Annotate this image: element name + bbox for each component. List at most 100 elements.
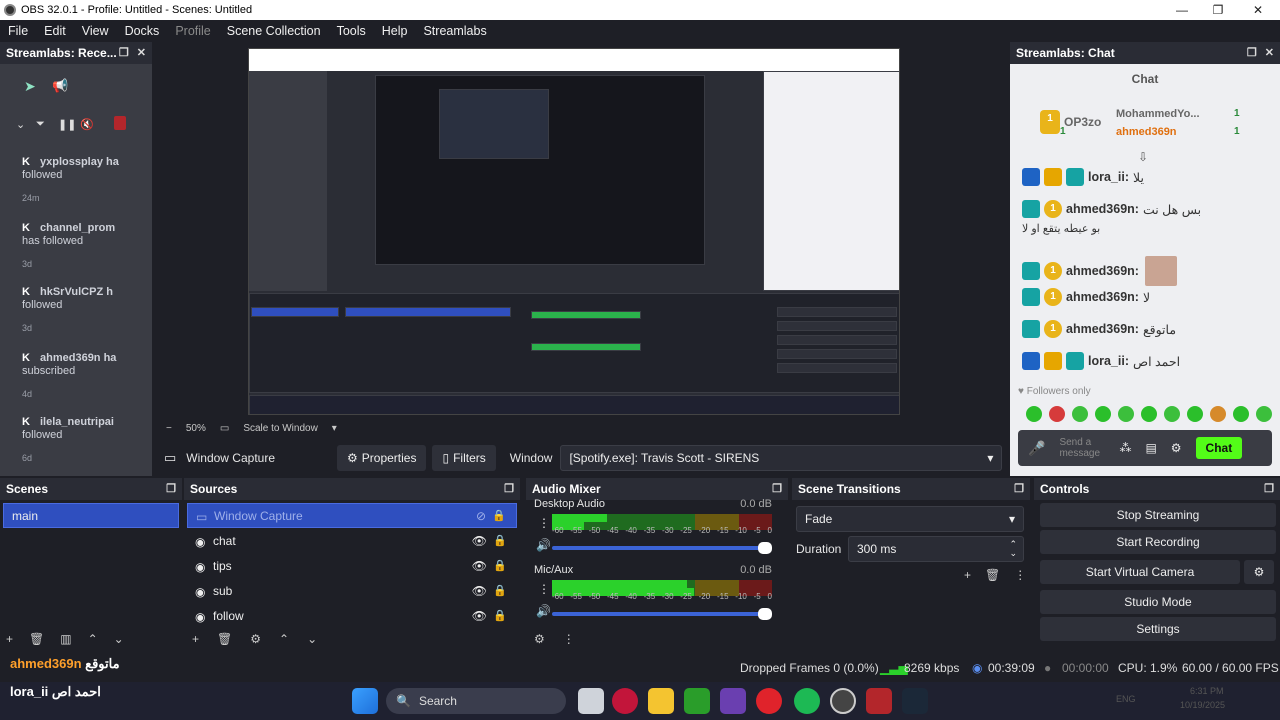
float-icon[interactable]: ❐ [1264, 482, 1274, 495]
start-virtual-camera-button[interactable]: Start Virtual Camera [1040, 560, 1240, 584]
eye-icon[interactable]: 👁 [472, 584, 487, 598]
mic-volume-slider[interactable] [552, 608, 772, 620]
float-icon[interactable]: ❐ [772, 482, 782, 495]
menu-scene-collection[interactable]: Scene Collection [219, 24, 329, 38]
float-icon[interactable]: ❐ [119, 46, 129, 59]
file-icon[interactable] [578, 688, 604, 714]
alert-badge-icon[interactable] [114, 116, 126, 130]
maximize-button[interactable]: ❐ [1200, 0, 1236, 20]
float-icon[interactable]: ❐ [166, 482, 176, 495]
float-icon[interactable]: ❐ [1247, 46, 1257, 59]
desktop-volume-slider[interactable] [552, 542, 772, 554]
minimize-button[interactable]: — [1164, 0, 1200, 20]
source-item[interactable]: ◉ sub 👁 🔒 [187, 578, 517, 603]
source-item[interactable]: ◉ follow 👁 🔒 [187, 603, 517, 628]
megaphone-icon[interactable]: 📢 [52, 78, 68, 94]
lock-icon[interactable]: 🔒 [492, 509, 506, 522]
eye-icon[interactable]: 👁 [472, 609, 487, 623]
steam-icon[interactable] [902, 688, 928, 714]
emote-icon[interactable] [1026, 406, 1042, 422]
scene-item[interactable]: main [3, 503, 179, 528]
gear-icon[interactable]: ⚙ [1171, 441, 1182, 455]
eye-icon[interactable]: 👁 [472, 559, 487, 573]
menu-edit[interactable]: Edit [36, 24, 74, 38]
trash-icon[interactable]: 🗑 [29, 632, 44, 646]
filter-icon[interactable]: ⏷ [36, 118, 45, 131]
virtual-camera-settings-icon[interactable]: ⚙ [1244, 560, 1274, 584]
lock-icon[interactable]: 🔒 [493, 609, 507, 622]
folder-icon[interactable] [648, 688, 674, 714]
chevron-down-icon[interactable]: ▾ [332, 423, 337, 434]
close-button[interactable]: ✕ [1240, 0, 1276, 20]
move-up-icon[interactable]: ⌃ [279, 632, 289, 646]
duration-input[interactable]: 300 ms ⌃ ⌄ [848, 536, 1024, 562]
emote-icon[interactable] [1141, 406, 1157, 422]
photos-icon[interactable] [720, 688, 746, 714]
settings-button[interactable]: Settings [1040, 617, 1276, 641]
add-icon[interactable]: + [192, 632, 199, 646]
eye-icon[interactable]: 👁 [472, 534, 487, 548]
lock-icon[interactable]: 🔒 [493, 534, 507, 547]
menu-profile[interactable]: Profile [167, 24, 218, 38]
kebab-icon[interactable]: ⋮ [538, 516, 550, 530]
opera-gx-icon[interactable] [612, 688, 638, 714]
move-down-icon[interactable]: ⌄ [307, 632, 317, 646]
add-icon[interactable]: + [964, 568, 971, 582]
gear-icon[interactable]: ⚙ [534, 632, 545, 646]
source-item[interactable]: ◉ chat 👁 🔒 [187, 528, 517, 553]
kebab-icon[interactable]: ⋮ [563, 632, 575, 646]
store-icon[interactable]: ▤ [1145, 441, 1156, 455]
menu-help[interactable]: Help [374, 24, 416, 38]
lock-icon[interactable]: 🔒 [493, 559, 507, 572]
xbox-icon[interactable] [684, 688, 710, 714]
menu-file[interactable]: File [0, 24, 36, 38]
float-icon[interactable]: ❐ [1014, 482, 1024, 495]
voicemeeter-icon[interactable] [866, 688, 892, 714]
studio-mode-button[interactable]: Studio Mode [1040, 590, 1276, 614]
window-select[interactable]: [Spotify.exe]: Travis Scott - SIRENS ▾ [560, 445, 1003, 471]
users-icon[interactable]: ⁂ [1119, 441, 1131, 455]
trash-icon[interactable]: 🗑 [217, 632, 232, 646]
mute-icon[interactable]: 🔇 [80, 118, 94, 131]
properties-button[interactable]: ⚙ Properties [337, 445, 427, 471]
scale-mode[interactable]: Scale to Window [243, 423, 317, 434]
taskbar-search[interactable]: 🔍 Search [386, 688, 566, 714]
opera-icon[interactable] [756, 688, 782, 714]
emote-icon[interactable] [1233, 406, 1249, 422]
source-item[interactable]: ▭ Window Capture ⊘ 🔒 [187, 503, 517, 528]
filter-icon[interactable]: ▥ [60, 632, 71, 646]
move-down-icon[interactable]: ⌄ [114, 632, 124, 646]
trash-icon[interactable]: 🗑 [985, 568, 1000, 582]
close-dock-icon[interactable]: ✕ [1265, 46, 1274, 59]
emote-icon[interactable] [1072, 406, 1088, 422]
transition-select[interactable]: Fade ▾ [796, 506, 1024, 532]
emote-icon[interactable] [1256, 406, 1272, 422]
hidden-eye-icon[interactable]: ⊘ [476, 509, 486, 523]
menu-streamlabs[interactable]: Streamlabs [415, 24, 494, 38]
preview-canvas[interactable] [248, 48, 900, 415]
zoom-out-icon[interactable]: − [166, 423, 172, 434]
chat-send-button[interactable]: Chat [1195, 437, 1243, 459]
emote-icon[interactable] [1049, 406, 1065, 422]
emote-icon[interactable] [1164, 406, 1180, 422]
menu-view[interactable]: View [74, 24, 117, 38]
add-icon[interactable]: + [6, 632, 13, 646]
scroll-down-icon[interactable]: ⇩ [1138, 150, 1148, 164]
menu-tools[interactable]: Tools [329, 24, 374, 38]
send-icon[interactable]: ➤ [24, 78, 36, 95]
pause-icon[interactable]: ❚❚ [58, 118, 76, 131]
gear-icon[interactable]: ⚙ [250, 632, 261, 646]
obs-icon[interactable] [830, 688, 856, 714]
emote-icon[interactable] [1118, 406, 1134, 422]
move-up-icon[interactable]: ⌃ [88, 632, 98, 646]
collapse-icon[interactable]: ⌄ [16, 118, 25, 131]
fit-icon[interactable]: ▭ [220, 423, 229, 434]
stop-streaming-button[interactable]: Stop Streaming [1040, 503, 1276, 527]
source-item[interactable]: ◉ tips 👁 🔒 [187, 553, 517, 578]
close-dock-icon[interactable]: ✕ [137, 46, 146, 59]
start-recording-button[interactable]: Start Recording [1040, 530, 1276, 554]
windows-start-icon[interactable] [352, 688, 378, 714]
kebab-icon[interactable]: ⋮ [538, 582, 550, 596]
speaker-icon[interactable]: 🔊 [536, 604, 551, 618]
emote-icon[interactable] [1210, 406, 1226, 422]
